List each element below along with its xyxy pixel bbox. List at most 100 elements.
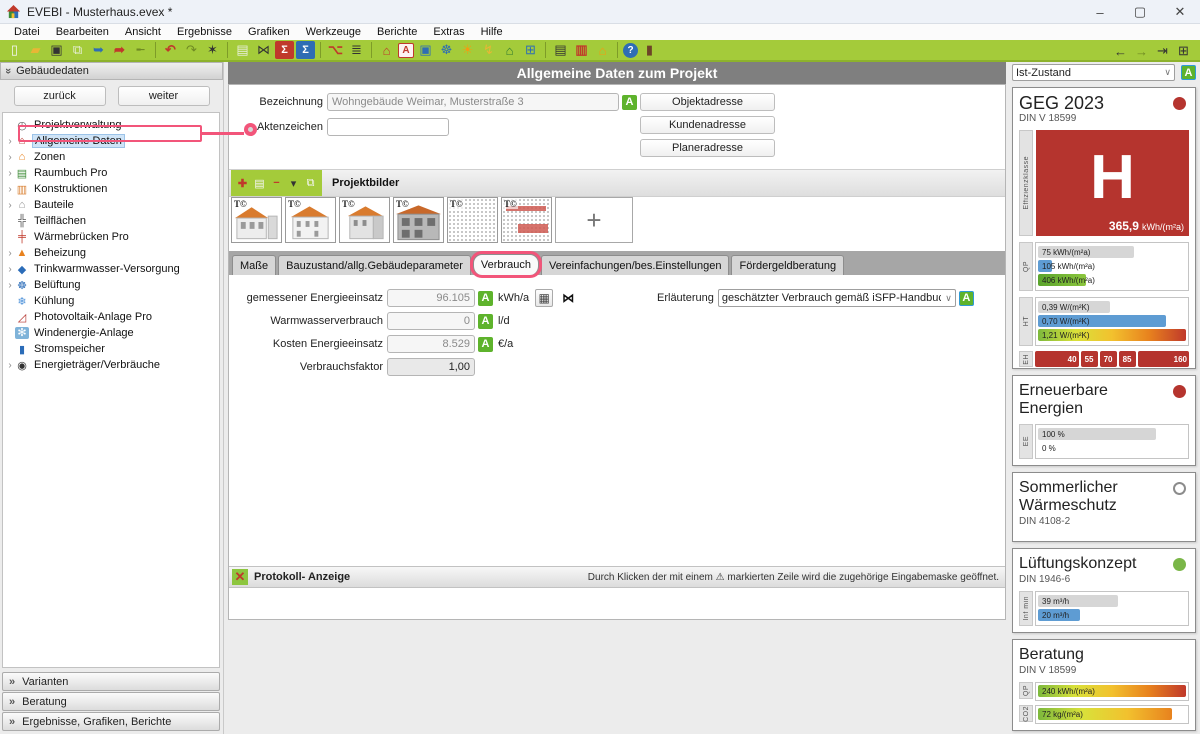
tab-masse[interactable]: Maße	[232, 255, 276, 275]
hierarchy-icon[interactable]: ⌥	[326, 41, 345, 59]
house-outline-icon[interactable]: ⌂	[593, 41, 612, 59]
sun-icon[interactable]: ☀	[458, 41, 477, 59]
tree-item-stromspeicher[interactable]: ▮Stromspeicher	[5, 341, 219, 357]
next-button[interactable]: weiter	[118, 86, 210, 106]
protocol-list-icon[interactable]: ≣	[347, 41, 366, 59]
tree-item-waermebruecken[interactable]: ╪Wärmebrücken Pro	[5, 229, 219, 245]
goto-icon[interactable]: ⇥	[1153, 42, 1172, 60]
exit-door-icon[interactable]: ▮	[640, 41, 659, 59]
expander-icon[interactable]: ›	[5, 280, 15, 291]
table-icon[interactable]: ⊞	[521, 41, 540, 59]
back-button[interactable]: zurück	[14, 86, 106, 106]
geg-card[interactable]: GEG 2023 DIN V 18599 Effizienzklasse H 3…	[1012, 87, 1196, 369]
image-doc-icon[interactable]: ▤	[252, 175, 267, 191]
remove-image-icon[interactable]: −	[269, 175, 284, 191]
state-selector[interactable]: Ist-Zustand ∨	[1012, 64, 1175, 81]
expander-icon[interactable]: ›	[5, 200, 15, 211]
heating-icon[interactable]: ⌂	[377, 41, 396, 59]
panel-beratung[interactable]: »Beratung	[2, 692, 220, 711]
tree-item-belueftung[interactable]: ›☸Belüftung	[5, 277, 219, 293]
panel-varianten[interactable]: »Varianten	[2, 672, 220, 691]
merge-icon[interactable]: ⋈	[254, 41, 273, 59]
planeradresse-button[interactable]: Planeradresse	[640, 139, 775, 157]
warmwasser-input[interactable]	[387, 312, 475, 330]
lightning-icon[interactable]: ↯	[479, 41, 498, 59]
verbrauchsfaktor-input[interactable]	[387, 358, 475, 376]
expander-icon[interactable]: ›	[5, 184, 15, 195]
expander-icon[interactable]: ›	[5, 360, 15, 371]
expander-icon[interactable]: ›	[5, 152, 15, 163]
expander-icon[interactable]: ›	[5, 168, 15, 179]
tree-item-teilflaechen[interactable]: ╬Teilflächen	[5, 213, 219, 229]
expander-icon[interactable]: ›	[5, 248, 15, 259]
sommerlicher-waermeschutz-card[interactable]: Sommerlicher Wärmeschutz DIN 4108-2	[1012, 472, 1196, 542]
key-icon[interactable]: ╾	[131, 41, 150, 59]
project-image-thumbnail[interactable]: T©	[393, 197, 444, 243]
report-color-icon[interactable]: ▥	[572, 41, 591, 59]
panel-ergebnisse[interactable]: »Ergebnisse, Grafiken, Berichte	[2, 712, 220, 731]
tab-vereinfachungen[interactable]: Vereinfachungen/bes.Einstellungen	[541, 255, 729, 275]
menu-hilfe[interactable]: Hilfe	[473, 24, 511, 40]
document-icon[interactable]: ▤	[233, 41, 252, 59]
expander-icon[interactable]: ›	[5, 264, 15, 275]
menu-bearbeiten[interactable]: Bearbeiten	[48, 24, 117, 40]
save-icon[interactable]: ▣	[47, 41, 66, 59]
navigate-forward-icon[interactable]: →	[1132, 42, 1151, 60]
calculator-icon[interactable]: ▦	[535, 289, 553, 307]
wizard-wand-icon[interactable]: ✶	[203, 41, 222, 59]
component-a-icon[interactable]: A	[398, 43, 414, 58]
tree-item-photovoltaik[interactable]: ◿Photovoltaik-Anlage Pro	[5, 309, 219, 325]
tree-item-projektverwaltung[interactable]: ◷Projektverwaltung	[5, 117, 219, 133]
export-icon[interactable]: ➦	[110, 41, 129, 59]
tree-item-windenergie[interactable]: ✻Windenergie-Anlage	[5, 325, 219, 341]
kosten-input[interactable]	[387, 335, 475, 353]
objektadresse-button[interactable]: Objektadresse	[640, 93, 775, 111]
sidebar-header[interactable]: » Gebäudedaten	[0, 62, 223, 80]
tree-item-raumbuch[interactable]: ›▤Raumbuch Pro	[5, 165, 219, 181]
add-image-placeholder[interactable]: +	[555, 197, 633, 243]
bezeichnung-input[interactable]	[327, 93, 619, 111]
tree-item-konstruktionen[interactable]: ›▥Konstruktionen	[5, 181, 219, 197]
valve-split-icon[interactable]: ⋈	[559, 289, 577, 307]
result-table-icon[interactable]: ⊞	[1174, 42, 1193, 60]
undo-icon[interactable]: ↶	[161, 41, 180, 59]
tree-item-zonen[interactable]: ›⌂Zonen	[5, 149, 219, 165]
kundenadresse-button[interactable]: Kundenadresse	[640, 116, 775, 134]
tree-item-kuehlung[interactable]: ❄Kühlung	[5, 293, 219, 309]
copy-icon[interactable]: ⧉	[68, 41, 87, 59]
menu-extras[interactable]: Extras	[425, 24, 472, 40]
erneuerbare-energien-card[interactable]: Erneuerbare Energien EE 100 % 0 %	[1012, 375, 1196, 466]
project-image-thumbnail[interactable]: T©	[339, 197, 390, 243]
expander-icon[interactable]: ›	[5, 136, 15, 147]
dropdown-arrow-icon[interactable]: ▾	[286, 175, 301, 191]
maximize-button[interactable]: ▢	[1120, 0, 1160, 24]
project-image-thumbnail[interactable]: T©	[501, 197, 552, 243]
window-component-icon[interactable]: ▣	[416, 41, 435, 59]
menu-werkzeuge[interactable]: Werkzeuge	[298, 24, 369, 40]
lueftungskonzept-card[interactable]: Lüftungskonzept DIN 1946-6 Inf min 39 m³…	[1012, 548, 1196, 633]
menu-berichte[interactable]: Berichte	[369, 24, 425, 40]
report-icon[interactable]: ▤	[551, 41, 570, 59]
navigate-back-icon[interactable]: ←	[1111, 42, 1130, 60]
aktenzeichen-input[interactable]	[327, 118, 449, 136]
sum-red-icon[interactable]: Σ	[275, 41, 294, 59]
house-energy-icon[interactable]: ⌂	[500, 41, 519, 59]
tree-item-allgemeine-daten[interactable]: ›⌂Allgemeine Daten	[5, 133, 219, 149]
tab-foerdergeldberatung[interactable]: Fördergeldberatung	[731, 255, 844, 275]
tab-bauzustand[interactable]: Bauzustand/allg.Gebäudeparameter	[278, 255, 471, 275]
tree-item-energietraeger[interactable]: ›◉Energieträger/Verbräuche	[5, 357, 219, 373]
beratung-card[interactable]: Beratung DIN V 18599 QP 240 kWh/(m²a) CO…	[1012, 639, 1196, 731]
tree-item-trinkwarmwasser[interactable]: ›◆Trinkwarmwasser-Versorgung	[5, 261, 219, 277]
tree-item-bauteile[interactable]: ›⌂Bauteile	[5, 197, 219, 213]
minimize-button[interactable]: –	[1080, 0, 1120, 24]
menu-datei[interactable]: Datei	[6, 24, 48, 40]
tree-item-beheizung[interactable]: ›▲Beheizung	[5, 245, 219, 261]
menu-ansicht[interactable]: Ansicht	[117, 24, 169, 40]
close-button[interactable]: ✕	[1160, 0, 1200, 24]
menu-ergebnisse[interactable]: Ergebnisse	[169, 24, 240, 40]
tab-verbrauch[interactable]: Verbrauch	[473, 254, 539, 275]
project-image-thumbnail[interactable]: T©	[231, 197, 282, 243]
help-icon[interactable]: ?	[623, 43, 638, 58]
erlaeuterung-select[interactable]: geschätzter Verbrauch gemäß iSFP-Handbuc…	[718, 289, 956, 307]
energieeinsatz-input[interactable]	[387, 289, 475, 307]
